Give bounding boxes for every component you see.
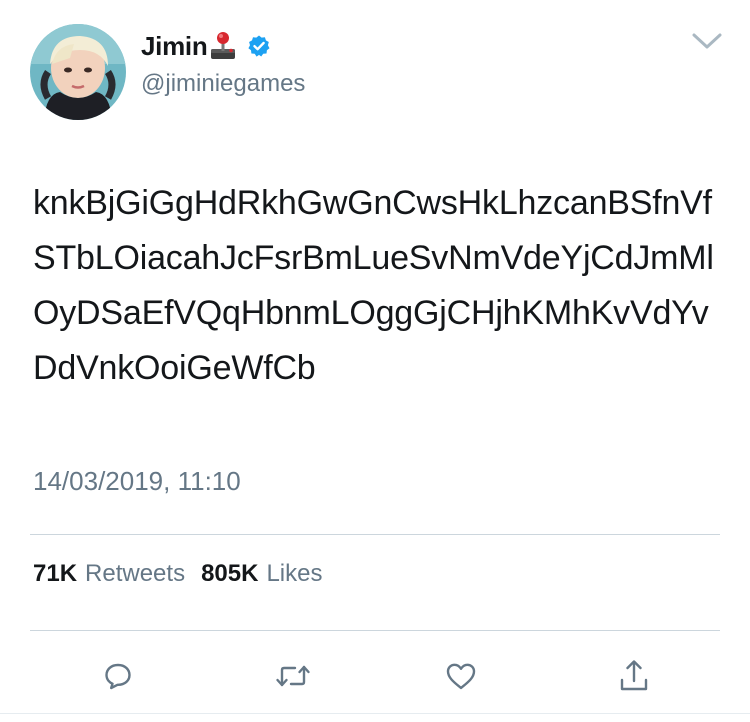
divider (30, 630, 720, 631)
joystick-icon (209, 31, 237, 61)
author-name-row[interactable]: Jimin (141, 28, 271, 64)
chevron-down-icon[interactable] (690, 30, 724, 52)
tweet-text: knkBjGiGgHdRkhGwGnCwsHkLhzcanBSfnVfSTbLO… (33, 184, 714, 387)
display-name[interactable]: Jimin (141, 31, 208, 62)
verified-badge-icon (247, 34, 271, 58)
likes-label: Likes (266, 560, 323, 587)
avatar[interactable] (30, 24, 126, 120)
heart-icon[interactable] (441, 656, 481, 696)
tweet-timestamp[interactable]: 14/03/2019, 11:10 (33, 466, 241, 497)
likes-count: 805K (201, 560, 259, 587)
tweet-stats: 71K Retweets 805K Likes (33, 560, 322, 588)
retweets-stat[interactable]: 71K Retweets (33, 560, 185, 588)
avatar-image (30, 24, 126, 120)
reply-icon[interactable] (98, 656, 138, 696)
retweet-icon[interactable] (273, 656, 313, 696)
retweets-label: Retweets (85, 560, 186, 587)
divider (30, 534, 720, 535)
retweets-count: 71K (33, 560, 78, 587)
author-handle[interactable]: @jiminiegames (141, 70, 305, 98)
share-icon[interactable] (614, 656, 654, 696)
likes-stat[interactable]: 805K Likes (201, 560, 322, 588)
